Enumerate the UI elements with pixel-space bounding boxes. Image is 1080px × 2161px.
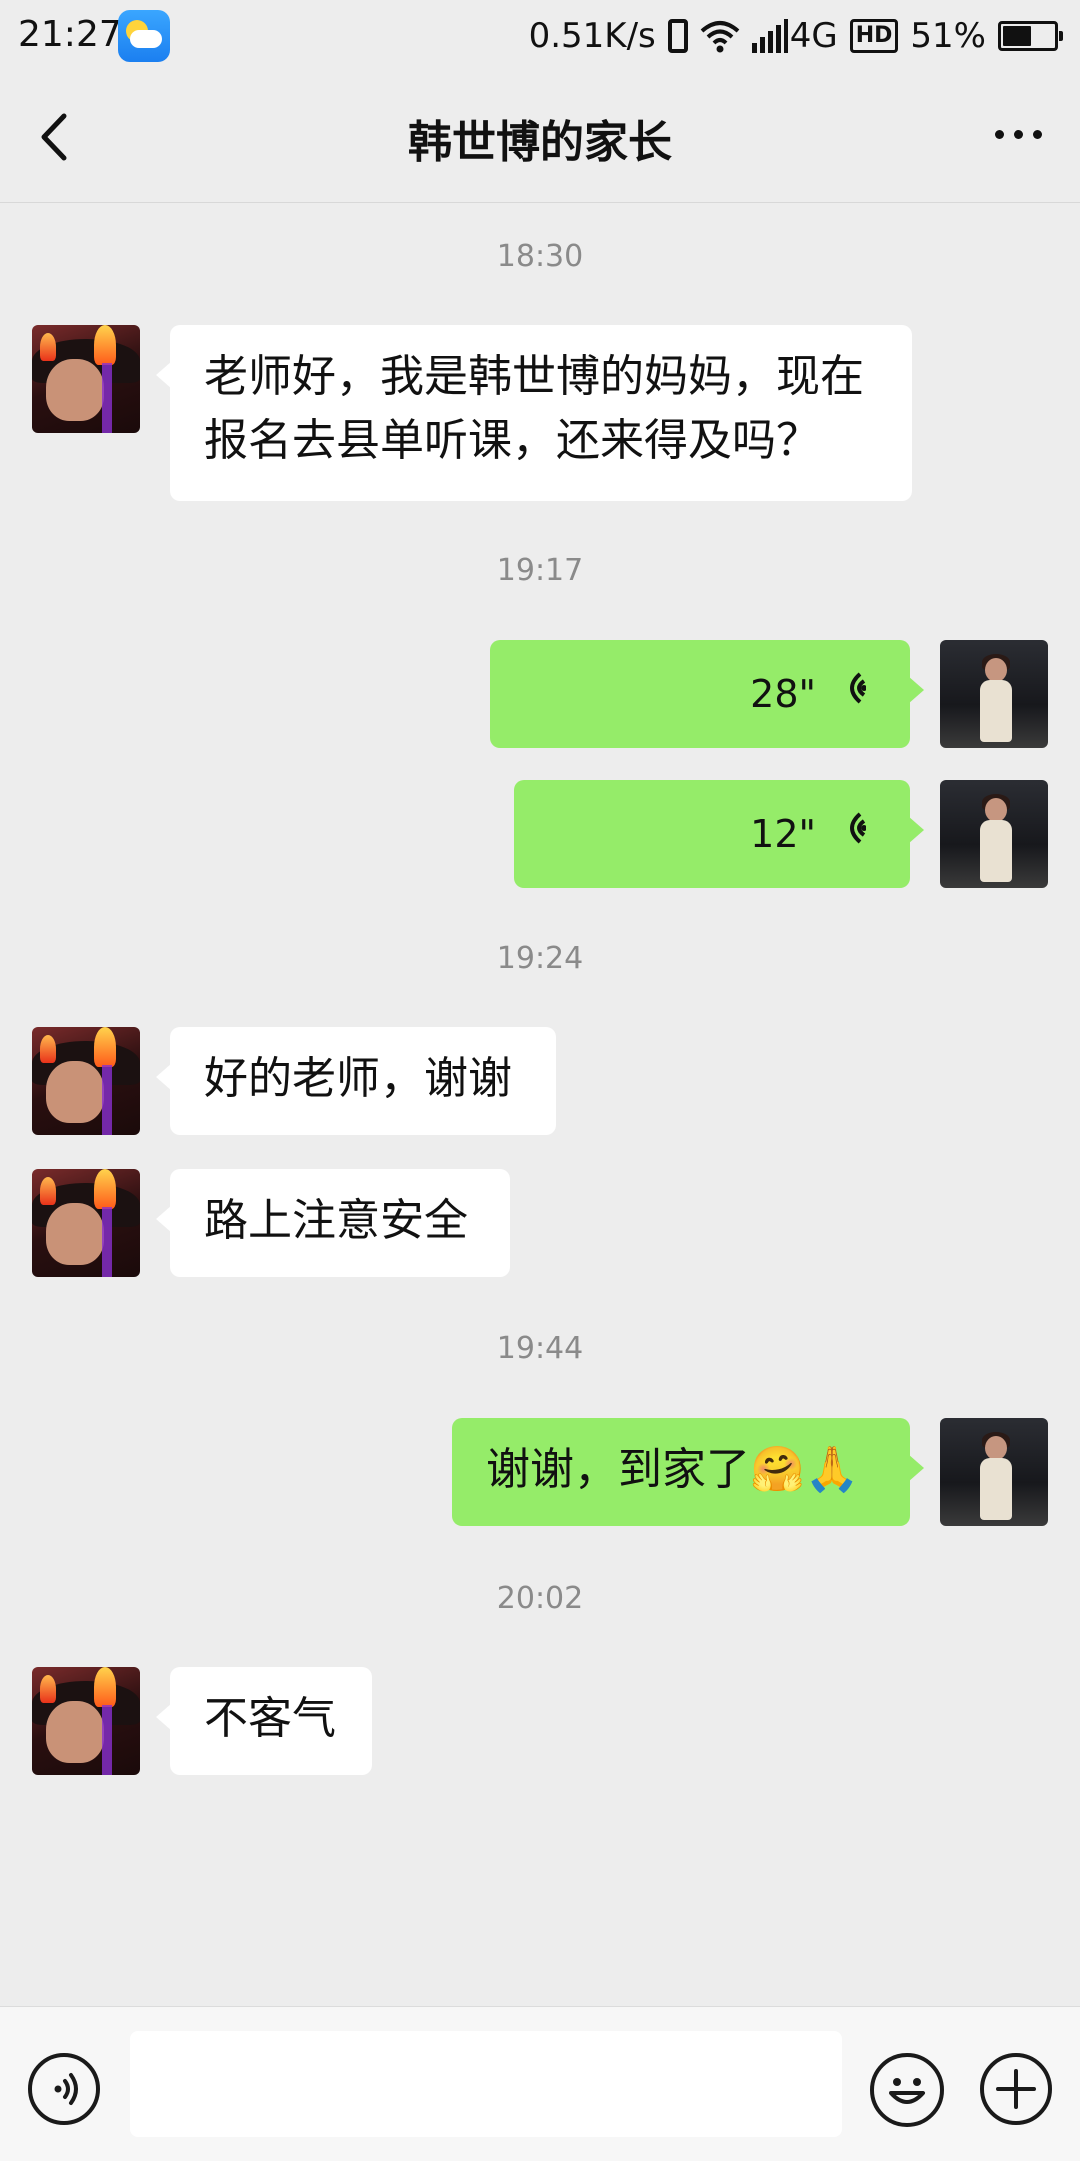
voice-message-bubble[interactable]: 12" xyxy=(514,780,924,888)
battery-percent: 51% xyxy=(910,16,986,56)
contact-avatar[interactable] xyxy=(32,325,140,433)
timestamp: 18:30 xyxy=(496,239,584,274)
voice-duration: 28" xyxy=(750,672,816,716)
net-speed: 0.51K/s xyxy=(528,16,656,56)
input-bar xyxy=(0,2006,1080,2161)
status-indicators: 0.51K/s 4G HD 51% xyxy=(528,14,1063,58)
voice-duration: 12" xyxy=(750,812,816,856)
signal-icon xyxy=(751,19,788,53)
message-bubble-received[interactable]: 路上注意安全 xyxy=(156,1169,510,1277)
message-bubble-received[interactable]: 好的老师，谢谢 xyxy=(156,1027,556,1135)
voice-message-bubble[interactable]: 28" xyxy=(490,640,924,748)
more-horizontal-icon[interactable] xyxy=(986,114,1050,154)
contact-avatar[interactable] xyxy=(32,1169,140,1277)
timestamp: 19:17 xyxy=(496,553,584,588)
status-bar: 21:27 0.51K/s 4G HD 51% xyxy=(0,0,1080,72)
self-avatar[interactable] xyxy=(940,640,1048,748)
chat-header: 韩世博的家长 xyxy=(0,72,1080,203)
emoji-icon[interactable] xyxy=(870,2053,944,2127)
chat-title: 韩世博的家长 xyxy=(408,117,672,168)
voice-wave-icon xyxy=(836,662,867,726)
message-bubble-sent[interactable]: 谢谢，到家了🤗🙏 xyxy=(452,1418,924,1526)
message-bubble-received[interactable]: 不客气 xyxy=(156,1667,372,1775)
battery-fill xyxy=(1003,26,1031,46)
status-time: 21:27 xyxy=(18,14,122,55)
timestamp: 19:44 xyxy=(496,1331,584,1366)
self-avatar[interactable] xyxy=(940,1418,1048,1526)
vibrate-icon xyxy=(667,19,688,53)
message-input[interactable] xyxy=(130,2031,842,2137)
message-list[interactable]: 18:30 老师好，我是韩世博的妈妈，现在报名去县单听课，还来得及吗？ 19:1… xyxy=(0,203,1080,2003)
timestamp: 19:24 xyxy=(496,941,584,976)
wifi-icon xyxy=(700,19,740,53)
voice-wave-icon xyxy=(836,802,867,866)
weather-partly-cloudy-icon xyxy=(118,10,170,62)
hd-badge: HD xyxy=(849,19,899,53)
self-avatar[interactable] xyxy=(940,780,1048,888)
network-type: 4G xyxy=(789,16,838,56)
contact-avatar[interactable] xyxy=(32,1667,140,1775)
contact-avatar[interactable] xyxy=(32,1027,140,1135)
timestamp: 20:02 xyxy=(496,1581,584,1616)
voice-input-icon[interactable] xyxy=(28,2053,100,2125)
plus-icon[interactable] xyxy=(980,2053,1052,2125)
message-bubble-received[interactable]: 老师好，我是韩世博的妈妈，现在报名去县单听课，还来得及吗？ xyxy=(156,325,912,501)
battery-icon xyxy=(998,21,1063,51)
